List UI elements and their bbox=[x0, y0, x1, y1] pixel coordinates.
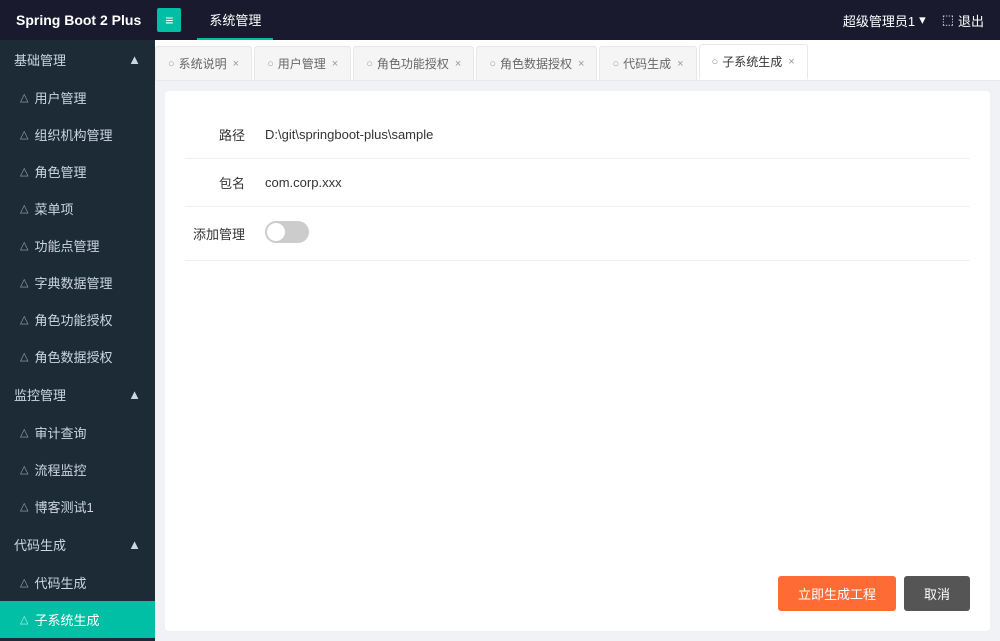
add-management-toggle[interactable] bbox=[265, 221, 309, 243]
tab-subsystem-gen[interactable]: ○ 子系统生成 × bbox=[699, 44, 808, 80]
tab-close-0[interactable]: × bbox=[233, 58, 239, 70]
chevron-down-icon: ▾ bbox=[919, 12, 926, 28]
home-icon: △ bbox=[20, 500, 28, 513]
home-icon: △ bbox=[20, 613, 28, 626]
tab-close-3[interactable]: × bbox=[578, 58, 584, 70]
sidebar-item-user-management[interactable]: △ 用户管理 bbox=[0, 79, 155, 116]
tab-user-management[interactable]: ○ 用户管理 × bbox=[254, 46, 351, 80]
layout: 基础管理 ▲ △ 用户管理 △ 组织机构管理 △ 角色管理 △ 菜单项 △ 功能… bbox=[0, 40, 1000, 641]
home-icon: △ bbox=[20, 463, 28, 476]
tab-close-2[interactable]: × bbox=[455, 58, 461, 70]
sidebar-item-org-management[interactable]: △ 组织机构管理 bbox=[0, 116, 155, 153]
sidebar-item-blog-test[interactable]: △ 博客测试1 bbox=[0, 488, 155, 525]
sidebar-item-function-management[interactable]: △ 功能点管理 bbox=[0, 227, 155, 264]
form-label-package: 包名 bbox=[185, 173, 265, 192]
sidebar-group-basic[interactable]: 基础管理 ▲ bbox=[0, 40, 155, 79]
tab-close-1[interactable]: × bbox=[332, 58, 338, 70]
header: Spring Boot 2 Plus ≡ 系统管理 超级管理员1 ▾ ⬚ 退出 bbox=[0, 0, 1000, 40]
home-icon: △ bbox=[20, 313, 28, 326]
cancel-button[interactable]: 取消 bbox=[904, 576, 970, 611]
home-icon: △ bbox=[20, 350, 28, 363]
form-label-add-management: 添加管理 bbox=[185, 224, 265, 243]
menu-toggle-button[interactable]: ≡ bbox=[157, 8, 181, 32]
form-value-add-management bbox=[265, 221, 970, 246]
tab-icon-3: ○ bbox=[489, 58, 496, 70]
header-nav-system[interactable]: 系统管理 bbox=[197, 0, 273, 40]
tab-icon-0: ○ bbox=[168, 58, 175, 70]
tab-bar: ○ 系统说明 × ○ 用户管理 × ○ 角色功能授权 × ○ 角色数据授权 × … bbox=[155, 40, 1000, 81]
home-icon: △ bbox=[20, 128, 28, 141]
tab-icon-4: ○ bbox=[612, 58, 619, 70]
tab-icon-1: ○ bbox=[267, 58, 274, 70]
sidebar-item-role-function-auth[interactable]: △ 角色功能授权 bbox=[0, 301, 155, 338]
home-icon: △ bbox=[20, 91, 28, 104]
form-label-path: 路径 bbox=[185, 125, 265, 144]
logout-button[interactable]: ⬚ 退出 bbox=[942, 11, 984, 30]
content-area: 路径 D:\git\springboot-plus\sample 包名 com.… bbox=[165, 91, 990, 631]
home-icon: △ bbox=[20, 202, 28, 215]
form-row-package: 包名 com.corp.xxx bbox=[185, 159, 970, 207]
tab-system-desc[interactable]: ○ 系统说明 × bbox=[155, 46, 252, 80]
sidebar-item-subsystem-gen[interactable]: △ 子系统生成 bbox=[0, 601, 155, 638]
logo: Spring Boot 2 Plus bbox=[16, 12, 141, 28]
sidebar-item-codegen[interactable]: △ 代码生成 bbox=[0, 564, 155, 601]
home-icon: △ bbox=[20, 165, 28, 178]
form-row-path: 路径 D:\git\springboot-plus\sample bbox=[185, 111, 970, 159]
home-icon: △ bbox=[20, 426, 28, 439]
tab-close-4[interactable]: × bbox=[677, 58, 683, 70]
sidebar-item-role-management[interactable]: △ 角色管理 bbox=[0, 153, 155, 190]
tab-icon-5: ○ bbox=[712, 56, 719, 68]
sidebar-group-codegen[interactable]: 代码生成 ▲ bbox=[0, 525, 155, 564]
tab-role-function-auth[interactable]: ○ 角色功能授权 × bbox=[353, 46, 474, 80]
sidebar: 基础管理 ▲ △ 用户管理 △ 组织机构管理 △ 角色管理 △ 菜单项 △ 功能… bbox=[0, 40, 155, 641]
tab-codegen[interactable]: ○ 代码生成 × bbox=[599, 46, 696, 80]
main: ○ 系统说明 × ○ 用户管理 × ○ 角色功能授权 × ○ 角色数据授权 × … bbox=[155, 40, 1000, 641]
tab-role-data-auth[interactable]: ○ 角色数据授权 × bbox=[476, 46, 597, 80]
header-right: 超级管理员1 ▾ ⬚ 退出 bbox=[843, 11, 984, 30]
form-value-package: com.corp.xxx bbox=[265, 175, 970, 190]
sidebar-item-flow-monitor[interactable]: △ 流程监控 bbox=[0, 451, 155, 488]
chevron-up-icon: ▲ bbox=[128, 52, 141, 67]
sidebar-item-audit[interactable]: △ 审计查询 bbox=[0, 414, 155, 451]
home-icon: △ bbox=[20, 576, 28, 589]
tab-icon-2: ○ bbox=[366, 58, 373, 70]
sidebar-item-dict-management[interactable]: △ 字典数据管理 bbox=[0, 264, 155, 301]
sidebar-item-role-data-auth[interactable]: △ 角色数据授权 bbox=[0, 338, 155, 375]
generate-button[interactable]: 立即生成工程 bbox=[778, 576, 896, 611]
sidebar-item-menu[interactable]: △ 菜单项 bbox=[0, 190, 155, 227]
chevron-up-icon: ▲ bbox=[128, 537, 141, 552]
sidebar-group-monitor[interactable]: 监控管理 ▲ bbox=[0, 375, 155, 414]
bottom-actions: 立即生成工程 取消 bbox=[778, 576, 970, 611]
user-menu[interactable]: 超级管理员1 ▾ bbox=[843, 11, 926, 30]
tab-close-5[interactable]: × bbox=[788, 56, 794, 68]
form-row-add-management: 添加管理 bbox=[185, 207, 970, 261]
home-icon: △ bbox=[20, 276, 28, 289]
form-value-path: D:\git\springboot-plus\sample bbox=[265, 127, 970, 142]
logout-icon: ⬚ bbox=[942, 12, 954, 28]
chevron-up-icon: ▲ bbox=[128, 387, 141, 402]
home-icon: △ bbox=[20, 239, 28, 252]
